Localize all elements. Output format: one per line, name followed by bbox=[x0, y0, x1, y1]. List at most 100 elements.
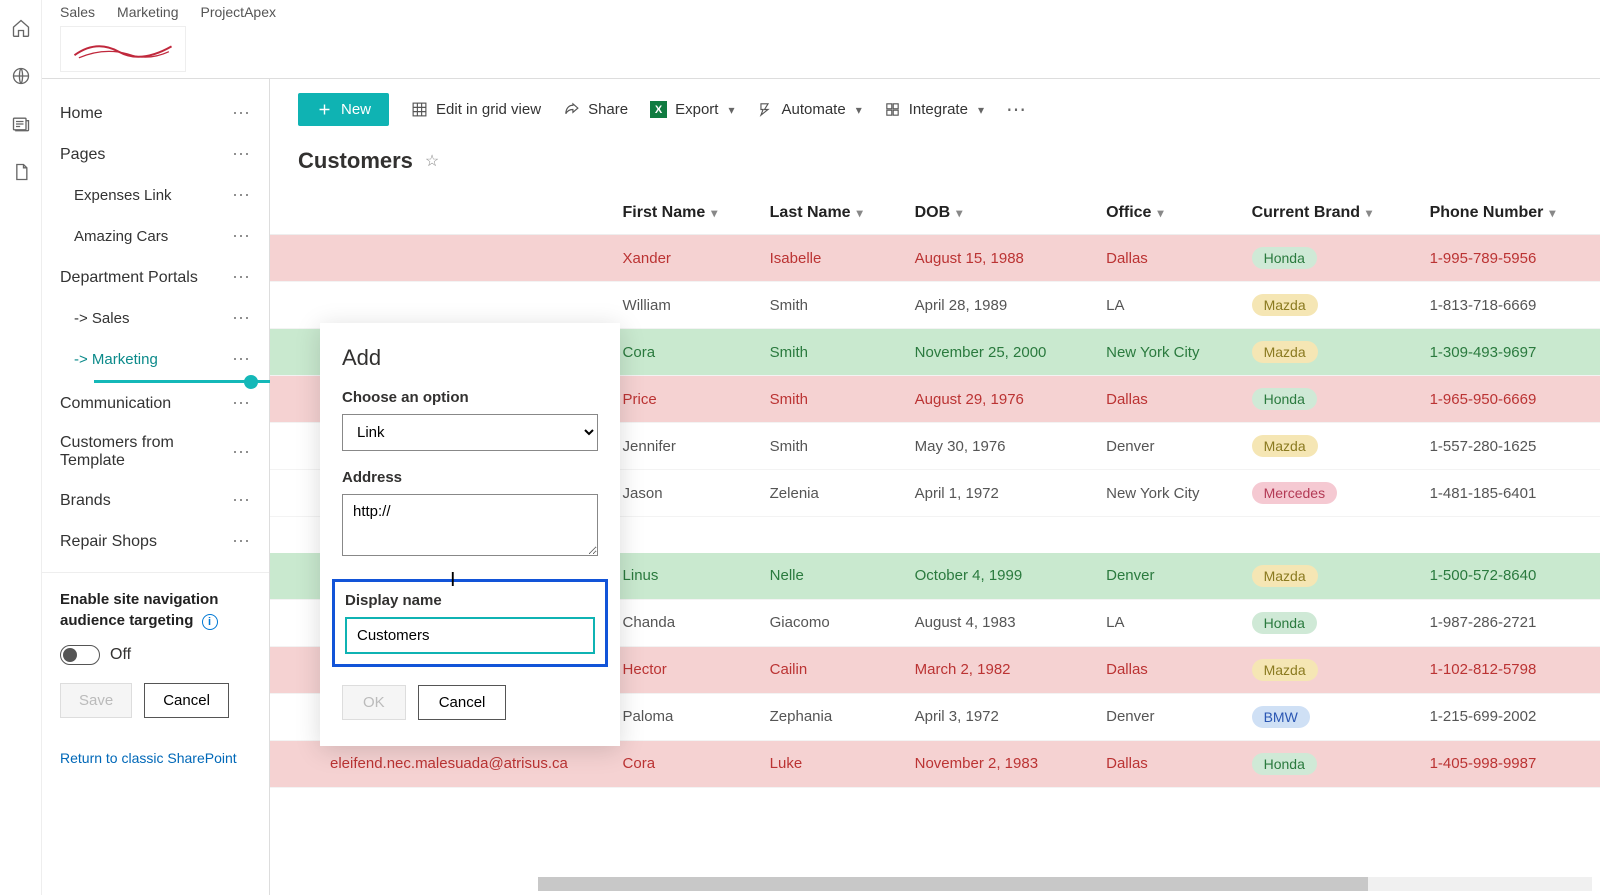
sidebar-item[interactable]: Home⋯ bbox=[42, 93, 269, 134]
column-header[interactable]: Last Name▾ bbox=[756, 192, 901, 235]
cell-brand: Mazda bbox=[1238, 282, 1416, 329]
sidebar-item-label: Amazing Cars bbox=[74, 228, 168, 245]
cell-dob: October 4, 1999 bbox=[901, 553, 1092, 600]
nav-targeting-toggle[interactable] bbox=[60, 645, 100, 665]
cell-last-name: Cailin bbox=[756, 646, 901, 693]
item-menu-icon[interactable]: ⋯ bbox=[232, 185, 251, 206]
brand-pill: Mazda bbox=[1252, 659, 1318, 681]
sidebar-item[interactable]: Department Portals ⋯ bbox=[42, 257, 269, 298]
item-menu-icon[interactable]: ⋯ bbox=[232, 349, 251, 370]
chevron-down-icon: ▾ bbox=[728, 103, 734, 117]
choose-option-label: Choose an option bbox=[342, 389, 598, 406]
sidebar-item-label: -> Marketing bbox=[74, 351, 158, 368]
cell-first-name: Paloma bbox=[609, 693, 756, 740]
item-menu-icon[interactable]: ⋯ bbox=[232, 103, 251, 124]
sidebar-item[interactable]: Communication ⋯ bbox=[42, 383, 269, 424]
chevron-down-icon: ▾ bbox=[956, 206, 962, 220]
cell-dob: August 29, 1976 bbox=[901, 376, 1092, 423]
info-icon[interactable]: i bbox=[202, 614, 218, 630]
integrate-button[interactable]: Integrate▾ bbox=[884, 101, 984, 118]
sidebar-item[interactable]: Pages ⋯ bbox=[42, 134, 269, 175]
cell-phone: 1-557-280-1625 bbox=[1416, 423, 1600, 470]
export-button[interactable]: X Export▾ bbox=[650, 101, 734, 118]
more-button[interactable]: ⋯ bbox=[1006, 97, 1026, 122]
dialog-cancel-button[interactable]: Cancel bbox=[418, 685, 507, 720]
breadcrumb-item[interactable]: Marketing bbox=[117, 4, 178, 20]
column-header[interactable]: First Name▾ bbox=[609, 192, 756, 235]
sidebar-item[interactable]: Repair Shops ⋯ bbox=[42, 521, 269, 562]
cell-first-name: Chanda bbox=[609, 599, 756, 646]
dialog-ok-button[interactable]: OK bbox=[342, 685, 406, 720]
sidebar-item-label: -> Sales bbox=[74, 310, 129, 327]
brand-pill: Honda bbox=[1252, 612, 1317, 634]
sidebar-item-label: Department Portals bbox=[60, 269, 198, 287]
return-classic-link[interactable]: Return to classic SharePoint bbox=[42, 734, 269, 782]
doc-icon[interactable] bbox=[11, 162, 31, 182]
brand-pill: Honda bbox=[1252, 388, 1317, 410]
cell-last-name: Isabelle bbox=[756, 235, 901, 282]
item-menu-icon[interactable]: ⋯ bbox=[232, 144, 251, 165]
cell-phone: 1-215-699-2002 bbox=[1416, 693, 1600, 740]
item-menu-icon[interactable]: ⋯ bbox=[232, 531, 251, 552]
breadcrumb-item[interactable]: ProjectApex bbox=[201, 4, 276, 20]
display-name-input[interactable] bbox=[345, 617, 595, 654]
nav-targeting-label: Enable site navigation audience targetin… bbox=[60, 589, 251, 631]
cell-phone: 1-405-998-9987 bbox=[1416, 740, 1600, 787]
cell-office: New York City bbox=[1092, 470, 1237, 517]
column-header[interactable]: Current Brand▾ bbox=[1238, 192, 1416, 235]
cell-first-name: Cora bbox=[609, 740, 756, 787]
sidebar-item-label: Customers from Template bbox=[60, 434, 232, 470]
sidebar-item[interactable]: Brands⋯ bbox=[42, 480, 269, 521]
table-row[interactable]: William Smith April 28, 1989 LA Mazda 1-… bbox=[270, 282, 1600, 329]
cell-first-name: Jason bbox=[609, 470, 756, 517]
sidebar-item[interactable]: -> Sales ⋯ bbox=[42, 298, 269, 339]
list-title: Customers bbox=[298, 148, 413, 174]
sidebar-item-label: Expenses Link bbox=[74, 187, 172, 204]
cell-email bbox=[270, 235, 609, 282]
column-header[interactable]: Phone Number▾ bbox=[1416, 192, 1600, 235]
choose-option-select[interactable]: Link bbox=[342, 414, 598, 451]
add-link-dialog: Add Choose an option Link Address http:/… bbox=[320, 323, 620, 746]
nav-cancel-button[interactable]: Cancel bbox=[144, 683, 229, 718]
display-name-label: Display name bbox=[345, 592, 595, 609]
item-menu-icon[interactable]: ⋯ bbox=[232, 308, 251, 329]
column-header[interactable]: Office▾ bbox=[1092, 192, 1237, 235]
brand-pill: BMW bbox=[1252, 706, 1310, 728]
chevron-down-icon: ▾ bbox=[1366, 206, 1372, 220]
breadcrumb-item[interactable]: Sales bbox=[60, 4, 95, 20]
address-input[interactable]: http:// bbox=[342, 494, 598, 556]
topbar: Sales Marketing ProjectApex bbox=[42, 0, 1600, 72]
cell-brand: Mercedes bbox=[1238, 470, 1416, 517]
cell-phone: 1-987-286-2721 bbox=[1416, 599, 1600, 646]
item-menu-icon[interactable]: ⋯ bbox=[232, 267, 251, 288]
globe-icon[interactable] bbox=[11, 66, 31, 86]
sidebar-item[interactable]: Expenses Link ⋯ bbox=[42, 175, 269, 216]
item-menu-icon[interactable]: ⋯ bbox=[232, 442, 251, 463]
sidebar-item[interactable]: Amazing Cars ⋯ bbox=[42, 216, 269, 257]
item-menu-icon[interactable]: ⋯ bbox=[232, 393, 251, 414]
nav-save-button[interactable]: Save bbox=[60, 683, 132, 718]
news-icon[interactable] bbox=[11, 114, 31, 134]
home-icon[interactable] bbox=[11, 18, 31, 38]
sidebar-item-label: Pages bbox=[60, 146, 105, 164]
share-button[interactable]: Share bbox=[563, 101, 628, 118]
sidebar-item-label: Repair Shops bbox=[60, 533, 157, 551]
cell-dob: August 15, 1988 bbox=[901, 235, 1092, 282]
cell-email: eleifend.nec.malesuada@atrisus.ca bbox=[270, 740, 609, 787]
table-row[interactable]: eleifend.nec.malesuada@atrisus.ca Cora L… bbox=[270, 740, 1600, 787]
cell-first-name: Cora bbox=[609, 329, 756, 376]
sidebar-item[interactable]: -> Marketing ⋯ bbox=[42, 339, 269, 380]
sidebar-item-label: Communication bbox=[60, 395, 171, 413]
new-button[interactable]: New bbox=[298, 93, 389, 126]
item-menu-icon[interactable]: ⋯ bbox=[232, 226, 251, 247]
app-rail bbox=[0, 0, 42, 895]
table-row[interactable]: Xander Isabelle August 15, 1988 Dallas H… bbox=[270, 235, 1600, 282]
column-header[interactable]: DOB▾ bbox=[901, 192, 1092, 235]
item-menu-icon[interactable]: ⋯ bbox=[232, 490, 251, 511]
automate-button[interactable]: Automate▾ bbox=[756, 101, 861, 118]
sidebar-item[interactable]: Customers from Template⋯ bbox=[42, 424, 269, 480]
chevron-down-icon: ▾ bbox=[857, 206, 863, 220]
favorite-star-icon[interactable]: ☆ bbox=[425, 151, 439, 171]
horizontal-scrollbar[interactable] bbox=[538, 877, 1592, 891]
edit-grid-button[interactable]: Edit in grid view bbox=[411, 101, 541, 118]
